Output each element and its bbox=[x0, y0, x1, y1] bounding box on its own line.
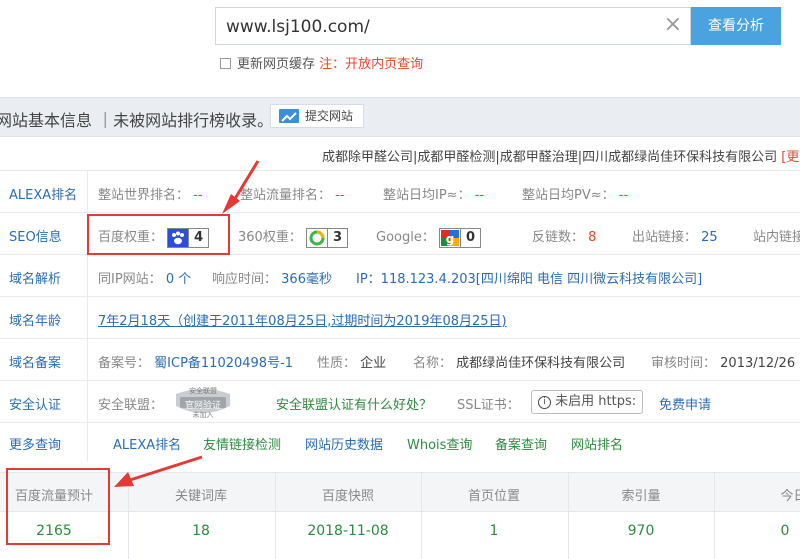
arrow-to-baidu-traffic bbox=[114, 455, 203, 487]
annotation-arrows bbox=[114, 160, 260, 487]
page: www.lsj100.com/ × 查看分析 更新网页缓存 注：开放内页查询 网… bbox=[0, 0, 800, 559]
arrow-to-baidu-weight bbox=[222, 160, 260, 214]
